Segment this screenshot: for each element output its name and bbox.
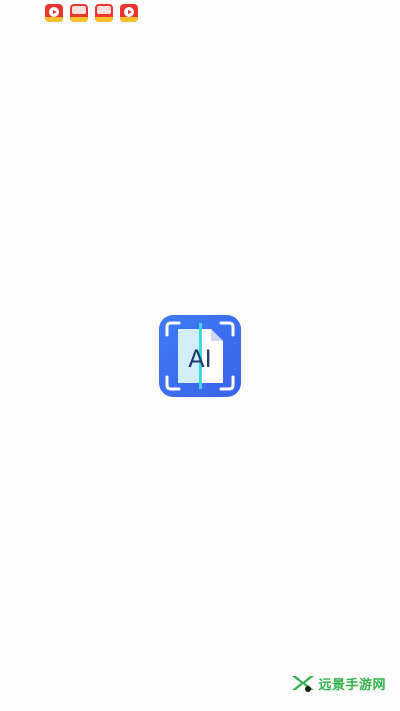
news-app-icon	[95, 4, 113, 22]
watermark: 远景手游网	[290, 673, 386, 693]
video-app-icon	[45, 4, 63, 22]
ai-scan-document-icon: AI	[165, 321, 235, 391]
video-app-icon	[120, 4, 138, 22]
status-bar-notifications	[45, 4, 138, 22]
news-app-icon	[70, 4, 88, 22]
watermark-logo-icon	[292, 676, 315, 692]
logo-text: AI	[188, 345, 212, 373]
splash-screen: AI 远景手游网	[0, 0, 400, 711]
app-logo: AI	[159, 315, 241, 397]
watermark-text: 远景手游网	[318, 677, 386, 693]
